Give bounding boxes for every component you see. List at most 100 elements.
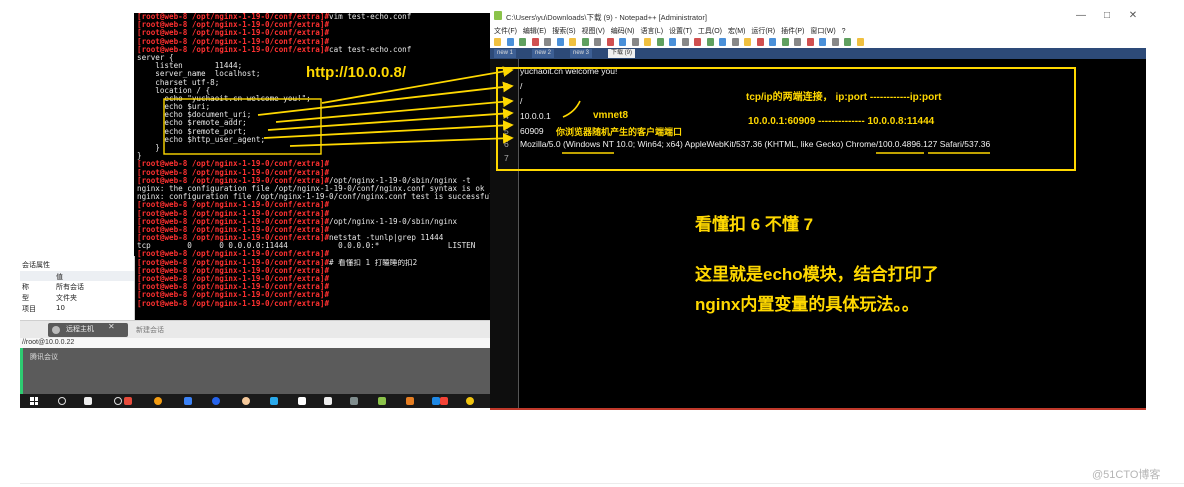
app-icon[interactable] (184, 397, 192, 405)
menu-edit[interactable]: 编辑(E) (523, 28, 546, 35)
toolbar-button-icon[interactable] (781, 38, 789, 46)
maximize-button[interactable]: □ (1094, 10, 1120, 21)
menu-language[interactable]: 语言(L) (640, 28, 663, 35)
toolbar-button-icon[interactable] (656, 38, 664, 46)
toolbar-button-icon[interactable] (819, 38, 826, 46)
app-icon[interactable] (350, 397, 358, 405)
clock-icon[interactable] (114, 397, 122, 405)
toolbar-button-icon[interactable] (581, 38, 589, 46)
title-bar: C:\Users\yu\Downloads\下载 (9) - Notepad++… (490, 8, 1146, 26)
toolbar-button-icon[interactable] (494, 38, 501, 46)
notepad-icon[interactable] (378, 397, 386, 405)
session-tab-bar: 远程主机 ✕ 新建会话 (20, 320, 490, 339)
toolbar-button-icon[interactable] (631, 38, 639, 46)
toolbar-button-icon[interactable] (681, 38, 689, 46)
chrome-icon[interactable] (466, 397, 474, 405)
toolbar-button-icon[interactable] (794, 38, 801, 46)
toolbar-button-icon[interactable] (831, 38, 839, 46)
app-icon[interactable] (406, 397, 414, 405)
avatar-icon[interactable] (242, 397, 250, 405)
session-icon (52, 326, 60, 334)
toolbar-button-icon[interactable] (606, 38, 614, 46)
menu-file[interactable]: 文件(F) (494, 28, 517, 35)
toolbar-button-icon[interactable] (556, 38, 564, 46)
toolbar-button-icon[interactable] (856, 38, 864, 46)
toolbar-button-icon[interactable] (569, 38, 576, 46)
menu-run[interactable]: 运行(R) (751, 28, 775, 35)
toolbar-button-icon[interactable] (844, 38, 851, 46)
toolbar-button-icon[interactable] (694, 38, 701, 46)
menu-view[interactable]: 视图(V) (582, 28, 605, 35)
property-key: 称 (22, 283, 29, 291)
toolbar-button-icon[interactable] (594, 38, 601, 46)
vmnet8-annotation: vmnet8 (593, 110, 629, 121)
toolbar-button-icon[interactable] (544, 38, 551, 46)
property-value: 文件夹 (56, 294, 77, 302)
property-key: 项目 (22, 305, 36, 313)
app-icon[interactable] (432, 397, 440, 405)
app-icon[interactable] (124, 397, 132, 405)
browser-icon[interactable] (154, 397, 162, 405)
tcp-ip-annotation: tcp/ip的两端连接， ip:port ------------ip:port (746, 92, 942, 103)
address-bar[interactable]: //root@10.0.0.22 (20, 338, 490, 348)
toolbar-button-icon[interactable] (669, 38, 676, 46)
toolbar-button-icon[interactable] (506, 38, 514, 46)
menu-window[interactable]: 窗口(W) (810, 28, 835, 35)
app-icon[interactable] (440, 397, 448, 405)
menu-encoding[interactable]: 编码(N) (611, 28, 635, 35)
menu-macro[interactable]: 宏(M) (728, 28, 746, 35)
app-icon[interactable] (212, 397, 220, 405)
tab-new3[interactable]: new 3 (570, 49, 593, 58)
property-value: 所有会话 (56, 283, 84, 291)
search-icon[interactable] (58, 397, 66, 405)
close-button[interactable]: ✕ (1120, 10, 1146, 21)
menu-help[interactable]: ? (842, 28, 846, 35)
panel-header: 值 (20, 271, 134, 281)
toolbar-button-icon[interactable] (756, 38, 764, 46)
toolbar-button-icon[interactable] (769, 38, 776, 46)
tab-download[interactable]: 下载 (9) (608, 49, 636, 58)
toolbar-button-icon[interactable] (644, 38, 651, 46)
toolbar-button-icon[interactable] (731, 38, 739, 46)
app-icon[interactable] (84, 397, 92, 405)
typora-icon[interactable] (324, 397, 332, 405)
toolbar-button-icon[interactable] (719, 38, 726, 46)
typora-icon[interactable] (298, 397, 306, 405)
address-pair-annotation: 10.0.0.1:60909 -------------- 10.0.0.8:1… (748, 116, 935, 127)
menu-tools[interactable]: 工具(O) (698, 28, 722, 35)
toolbar-button-icon[interactable] (706, 38, 714, 46)
close-icon[interactable]: ✕ (108, 322, 115, 331)
menu-bar: 文件(F) 编辑(E) 搜索(S) 视图(V) 编码(N) 语言(L) 设置(T… (490, 26, 1146, 36)
windows-start-icon[interactable] (30, 397, 38, 405)
value-header: 值 (56, 273, 63, 281)
new-session-tab[interactable]: 新建会话 (136, 325, 164, 335)
minimize-button[interactable]: — (1068, 10, 1094, 21)
notepad-icon (494, 11, 502, 20)
tab-new1[interactable]: new 1 (494, 49, 517, 58)
toolbar-button-icon[interactable] (619, 38, 626, 46)
toolbar-button-icon[interactable] (744, 38, 751, 46)
property-row: 称 所有会话 (20, 282, 134, 292)
toolbar-button-icon[interactable] (806, 38, 814, 46)
property-key: 型 (22, 294, 29, 302)
menu-settings[interactable]: 设置(T) (669, 28, 692, 35)
session-tab-label: 远程主机 (66, 326, 94, 333)
address-text: //root@10.0.0.22 (22, 339, 75, 346)
telegram-icon[interactable] (270, 397, 278, 405)
notepad-window[interactable]: C:\Users\yu\Downloads\下载 (9) - Notepad++… (490, 8, 1146, 410)
editor-area[interactable]: 1 2 3 4 5 6 7 yuchaoit.cn welcome you! /… (490, 59, 1146, 408)
random-port-annotation: 你浏览器随机产生的客户端端口 (556, 127, 683, 137)
menu-search[interactable]: 搜索(S) (552, 28, 575, 35)
window-title: C:\Users\yu\Downloads\下载 (9) - Notepad++… (506, 13, 707, 22)
summary-line-1: 这里就是echo模块，结合打印了 (695, 265, 939, 284)
tab-new2[interactable]: new 2 (532, 49, 555, 58)
document-tabs: new 1 new 2 new 3 下载 (9) (490, 48, 1146, 59)
toolbar-button-icon[interactable] (519, 38, 526, 46)
meeting-label: 腾讯会议 (30, 354, 58, 361)
terminal-window[interactable]: [root@web-8 /opt/nginx-1-19-0/conf/extra… (134, 13, 490, 350)
menu-plugins[interactable]: 插件(P) (781, 28, 804, 35)
taskbar (20, 394, 490, 408)
toolbar-button-icon[interactable] (531, 38, 539, 46)
session-tab[interactable]: 远程主机 (48, 323, 128, 337)
panel-title: 会话属性 (22, 261, 50, 269)
